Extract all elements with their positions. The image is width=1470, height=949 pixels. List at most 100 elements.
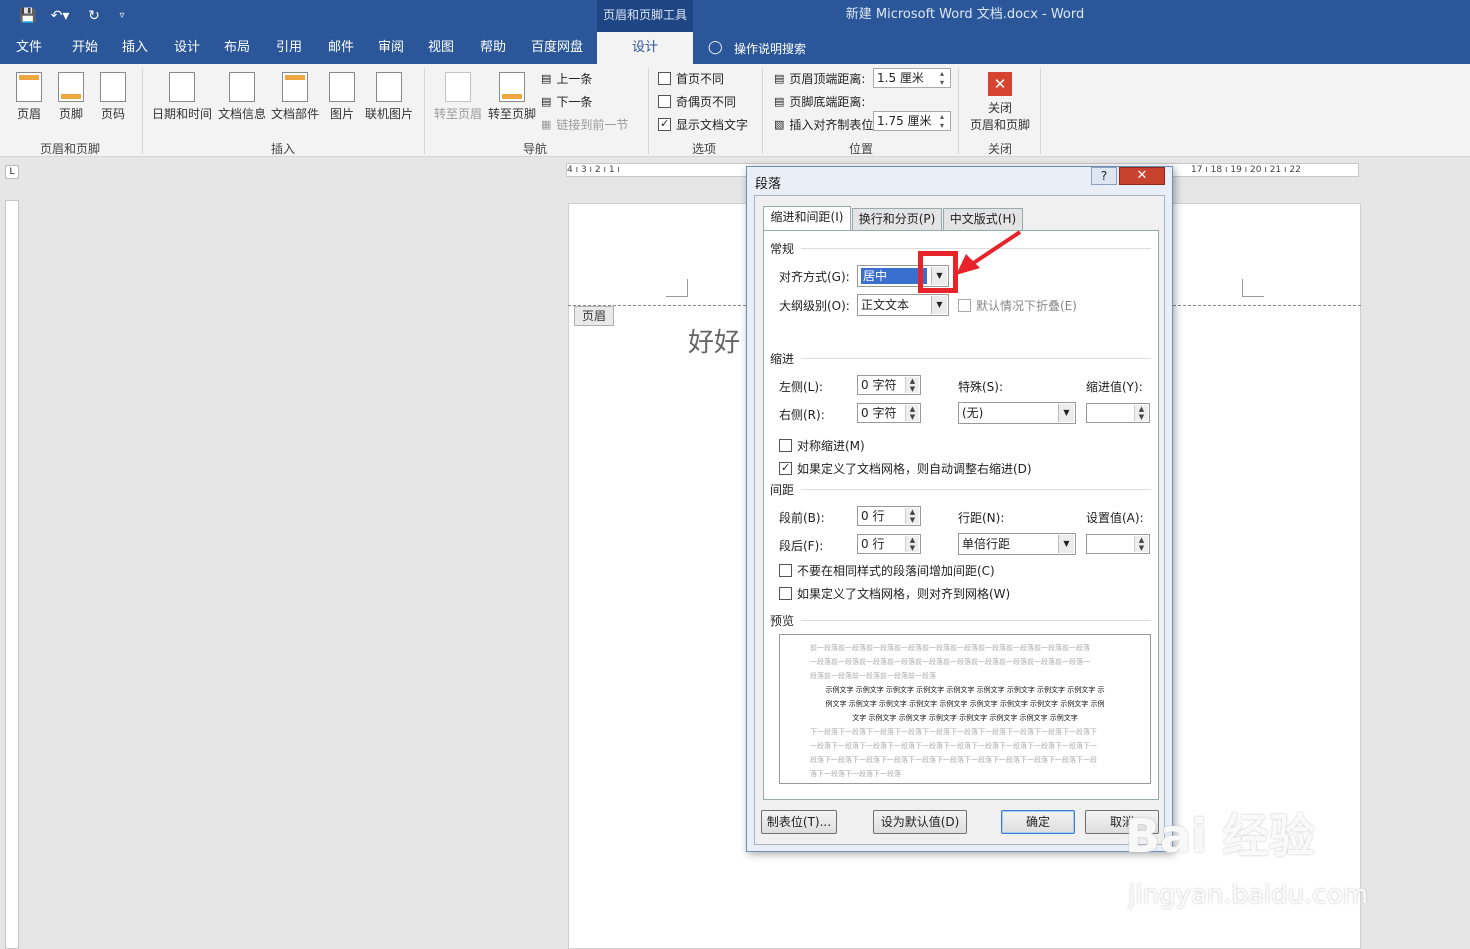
lightbulb-icon: ◯ [708,40,723,55]
spacing-before-label: 段前(B): [779,511,825,525]
spinner-icon[interactable]: ▲ ▼ [905,536,919,552]
group-label-options: 选项 [691,142,716,156]
section-spacing: 间距 [770,483,795,497]
previous-icon: ▤ [541,72,552,85]
tab-insert[interactable]: 插入 [114,32,156,64]
contextual-tab-header-footer-tools: 页眉和页脚工具 [597,0,693,32]
outline-level-select[interactable]: 正文文本 ▼ [857,294,949,316]
header-icon [16,72,42,102]
spinner-icon[interactable]: ▲ ▼ [905,405,919,421]
tab-indents-spacing[interactable]: 缩进和间距(I) [763,206,851,231]
different-first-page-checkbox[interactable]: 首页不同 [658,70,724,87]
picture-button[interactable]: 图片 [326,72,358,122]
tab-home[interactable]: 开始 [62,32,108,64]
footer-bottom-distance-label: ▤ 页脚底端距离: [774,95,866,109]
different-odd-even-checkbox[interactable]: 奇偶页不同 [658,93,736,110]
collapse-by-default-checkbox[interactable]: 默认情况下折叠(E) [958,297,1077,314]
tell-me-search[interactable]: 操作说明搜索 [734,40,806,57]
group-label-close: 关闭 [987,142,1012,156]
header-tag: 页眉 [574,306,614,326]
footer-button[interactable]: 页脚 [54,72,88,122]
show-document-text-checkbox[interactable]: 显示文档文字 [658,116,748,133]
tab-header-footer-design[interactable]: 设计 [597,32,693,64]
chevron-down-icon[interactable]: ▼ [1058,535,1074,553]
goto-footer-button[interactable]: 转至页脚 [486,72,538,122]
header-button[interactable]: 页眉 [12,72,46,122]
tab-layout[interactable]: 布局 [216,32,258,64]
link-to-previous-button[interactable]: ▦ 链接到前一节 [541,116,628,133]
tab-line-page-breaks[interactable]: 换行和分页(P) [852,208,942,230]
spacing-after-input[interactable]: 0 行 ▲ ▼ [857,534,921,554]
page-number-icon [100,72,126,102]
spinner-icon[interactable]: ▲ ▼ [905,508,919,524]
chevron-down-icon[interactable]: ▼ [1058,404,1074,422]
vertical-ruler[interactable] [5,200,19,949]
dialog-close-button[interactable]: ✕ [1119,167,1165,185]
auto-adjust-right-indent-checkbox[interactable]: 如果定义了文档网格，则自动调整右缩进(D) [779,460,1032,477]
insert-alignment-tab-button[interactable]: ▧ 插入对齐制表位 [774,116,873,133]
spinner-icon[interactable]: ▲ ▼ [1134,405,1148,421]
group-label-header-footer: 页眉和页脚 [39,142,100,156]
mirror-indents-checkbox[interactable]: 对称缩进(M) [779,437,865,454]
tab-asian-typography[interactable]: 中文版式(H) [943,208,1023,230]
tab-view[interactable]: 视图 [420,32,462,64]
outline-level-label: 大纲级别(O): [779,299,850,313]
tab-file[interactable]: 文件 [8,32,50,64]
indent-by-label: 缩进值(Y): [1086,380,1143,394]
group-label-insert: 插入 [270,142,295,156]
footer-icon [58,72,84,102]
ribbon-separator [648,68,649,154]
margin-corner-mark [1242,279,1264,297]
line-spacing-select[interactable]: 单倍行距 ▼ [958,533,1076,555]
left-indent-input[interactable]: 0 字符 ▲ ▼ [857,375,921,395]
right-indent-input[interactable]: 0 字符 ▲ ▼ [857,403,921,423]
tab-mailings[interactable]: 邮件 [320,32,362,64]
ok-button[interactable]: 确定 [1001,810,1075,834]
dialog-title: 段落 [755,177,782,192]
group-label-navigation: 导航 [522,142,547,156]
tab-design[interactable]: 设计 [166,32,208,64]
section-divider [801,358,1151,359]
special-indent-label: 特殊(S): [958,380,1004,394]
spinner-icon[interactable]: ▲ ▼ [905,377,919,393]
tab-review[interactable]: 审阅 [370,32,412,64]
no-space-same-style-checkbox[interactable]: 不要在相同样式的段落间增加间距(C) [779,562,995,579]
tab-baidu-netdisk[interactable]: 百度网盘 [524,32,590,64]
chevron-down-icon[interactable]: ▼ [931,296,947,314]
group-label-position: 位置 [848,142,873,156]
footer-bottom-distance-input[interactable]: 1.75 厘米 [873,111,951,131]
section-preview: 预览 [770,614,795,628]
header-text[interactable]: 好好 [688,322,740,359]
close-header-footer-button[interactable]: ✕ 关闭 页眉和页脚 [966,72,1034,133]
line-spacing-at-label: 设置值(A): [1086,511,1144,525]
help-button[interactable]: ? [1091,167,1117,185]
tab-help[interactable]: 帮助 [472,32,514,64]
dialog-body: 缩进和间距(I) 换行和分页(P) 中文版式(H) 常规 对齐方式(G): 居中… [754,195,1165,845]
online-picture-button[interactable]: 联机图片 [362,72,416,122]
tabs-button[interactable]: 制表位(T)... [761,810,837,834]
date-time-button[interactable]: 日期和时间 [150,72,214,122]
document-info-button[interactable]: 文档信息 [216,72,268,122]
checkbox-icon [658,95,671,108]
special-indent-select[interactable]: (无) ▼ [958,402,1076,424]
checkbox-icon [779,587,792,600]
ribbon-separator [142,68,143,154]
spacing-after-label: 段后(F): [779,539,824,553]
quick-parts-button[interactable]: 文档部件 [269,72,321,122]
next-button[interactable]: ▤ 下一条 [541,93,592,110]
tab-references[interactable]: 引用 [268,32,310,64]
next-icon: ▤ [541,95,552,108]
header-top-distance-input[interactable]: 1.5 厘米 [873,68,951,88]
page-number-button[interactable]: 页码 [96,72,130,122]
right-indent-label: 右侧(R): [779,408,825,422]
spinner-icon[interactable]: ▲ ▼ [1134,536,1148,552]
ribbon-separator [424,68,425,154]
goto-header-button[interactable]: 转至页眉 [432,72,484,122]
tab-selector[interactable]: L [5,165,19,179]
indent-by-input[interactable]: ▲ ▼ [1086,403,1150,423]
spacing-before-input[interactable]: 0 行 ▲ ▼ [857,506,921,526]
line-spacing-at-input[interactable]: ▲ ▼ [1086,534,1150,554]
snap-to-grid-checkbox[interactable]: 如果定义了文档网格，则对齐到网格(W) [779,585,1010,602]
set-as-default-button[interactable]: 设为默认值(D) [873,810,967,834]
previous-button[interactable]: ▤ 上一条 [541,70,592,87]
